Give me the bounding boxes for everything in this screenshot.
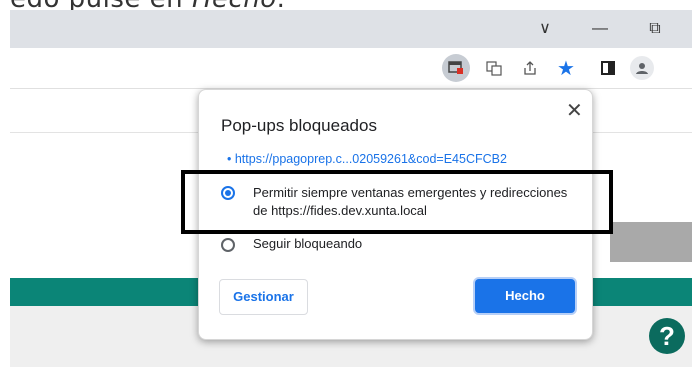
profile-icon[interactable] — [630, 56, 654, 80]
radio-block[interactable] — [221, 238, 235, 252]
done-button[interactable]: Hecho — [475, 279, 575, 313]
share-icon[interactable] — [518, 56, 542, 80]
close-icon[interactable]: ✕ — [566, 98, 583, 123]
highlight-annotation — [181, 170, 613, 234]
browser-toolbar: ★ — [10, 48, 692, 89]
tab-search-dropdown[interactable]: ∨ — [525, 18, 565, 40]
star-icon[interactable]: ★ — [554, 56, 578, 80]
option-block-label: Seguir bloqueando — [253, 236, 363, 251]
translate-icon[interactable] — [482, 56, 506, 80]
bullet: • — [227, 152, 235, 166]
notification-bar — [610, 222, 692, 262]
dialog-title: Pop-ups bloqueados — [221, 116, 377, 135]
browser-title-bar: ∨ — ⧉ — [10, 10, 692, 48]
restore-button[interactable]: ⧉ — [635, 18, 675, 40]
manage-button[interactable]: Gestionar — [219, 279, 308, 315]
blocked-popup-link[interactable]: • https://ppagoprep.c...02059261&cod=E45… — [227, 152, 507, 166]
sidepanel-icon[interactable] — [596, 56, 620, 80]
minimize-button[interactable]: — — [580, 18, 620, 40]
blocked-popup-link-text: https://ppagoprep.c...02059261&cod=E45CF… — [234, 152, 507, 166]
help-button[interactable]: ? — [649, 318, 685, 354]
popup-blocked-icon[interactable] — [442, 54, 470, 82]
